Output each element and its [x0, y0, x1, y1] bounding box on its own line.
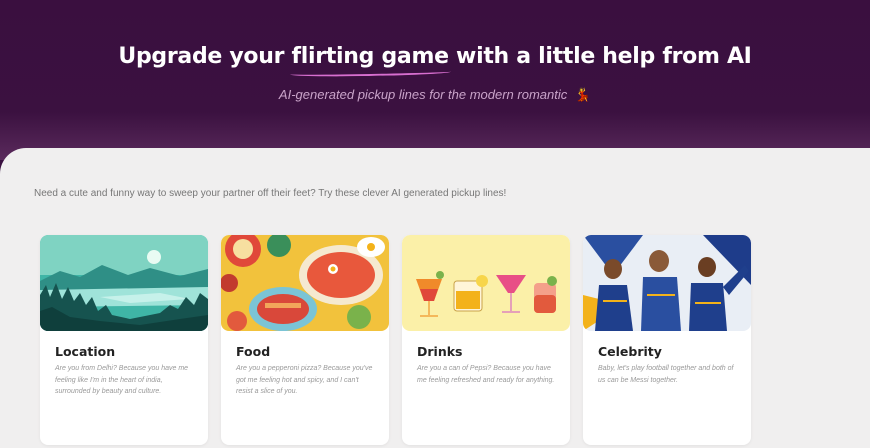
food-platter-illustration [221, 235, 389, 331]
title-part-1: Upgrade your [118, 44, 292, 69]
title-part-2: with a little help from AI [448, 44, 752, 69]
football-players-image [583, 235, 751, 331]
card-title: Drinks [417, 344, 463, 359]
title-highlight: flirting game [291, 44, 449, 69]
cocktails-image [402, 235, 570, 331]
hero-banner: Upgrade your flirting game with a little… [0, 0, 870, 160]
page-subtitle: AI-generated pickup lines for the modern… [0, 87, 870, 103]
food-platter-image [221, 235, 389, 331]
card-pickup-line: Are you a pepperoni pizza? Because you'v… [236, 365, 373, 395]
landscape-lake-illustration [40, 235, 208, 331]
intro-text: Need a cute and funny way to sweep your … [34, 188, 507, 199]
card-pickup-line: Are you from Delhi? Because you have me … [55, 365, 189, 395]
card-pickup-line: Are you a can of Pepsi? Because you have… [417, 365, 555, 384]
card-food[interactable]: Food Are you a pepperoni pizza? Because … [221, 235, 389, 445]
content-panel: Need a cute and funny way to sweep your … [0, 148, 870, 448]
landscape-lake-image [40, 235, 208, 331]
cocktails-illustration [402, 235, 570, 331]
card-drinks[interactable]: Drinks Are you a can of Pepsi? Because y… [402, 235, 570, 445]
card-location[interactable]: Location Are you from Delhi? Because you… [40, 235, 208, 445]
card-title: Food [236, 344, 271, 359]
dancer-emoji-icon: 💃 [574, 87, 592, 102]
card-title: Location [55, 344, 116, 359]
subtitle-text: AI-generated pickup lines for the modern… [278, 87, 568, 102]
card-title: Celebrity [598, 344, 662, 359]
card-celebrity[interactable]: Celebrity Baby, let's play football toge… [583, 235, 751, 445]
card-pickup-line: Baby, let's play football together and b… [598, 365, 734, 384]
page-title: Upgrade your flirting game with a little… [0, 44, 870, 69]
football-players-illustration [583, 235, 751, 331]
